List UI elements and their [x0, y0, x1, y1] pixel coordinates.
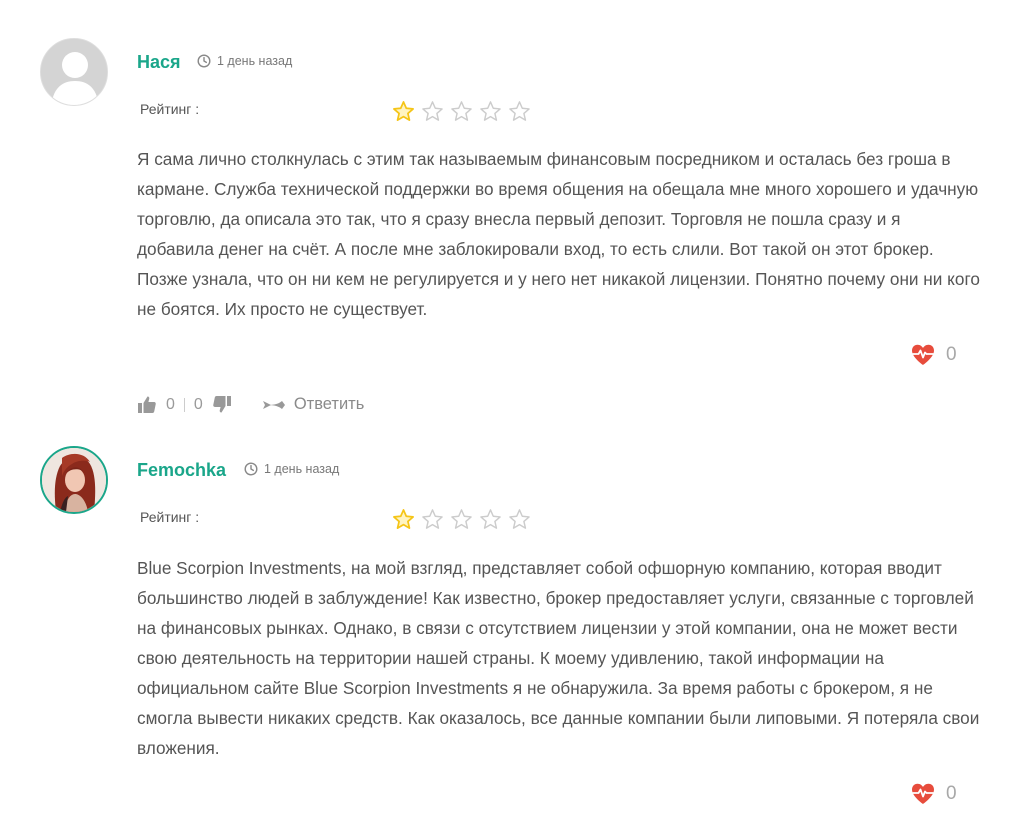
- clock-icon: [197, 54, 211, 68]
- like-heart-button[interactable]: 0: [910, 343, 957, 367]
- default-avatar: [40, 38, 108, 106]
- heart-pulse-icon: [912, 344, 934, 365]
- user-silhouette-icon: [41, 39, 107, 105]
- star-filled-icon: [393, 509, 414, 529]
- star-empty-icon: [451, 509, 472, 529]
- star-empty-icon: [422, 509, 443, 529]
- star-empty-icon: [509, 101, 530, 121]
- clock-icon: [244, 462, 258, 476]
- thumbs-up-icon[interactable]: [137, 395, 157, 414]
- reply-arrow-icon: [262, 400, 285, 409]
- comment-text: Я сама лично столкнулась с этим так назы…: [137, 149, 980, 319]
- star-empty-icon: [422, 101, 443, 121]
- downvote-count: 0: [193, 395, 203, 413]
- vote-divider: [183, 397, 185, 412]
- upvote-count: 0: [166, 395, 175, 413]
- comment-author[interactable]: Femochka: [137, 460, 226, 481]
- comment-actions: 0 0 Ответить: [137, 395, 364, 414]
- comment-time: 1 день назад: [197, 54, 292, 68]
- star-empty-icon: [509, 509, 530, 529]
- star-empty-icon: [480, 509, 501, 529]
- rating-stars: [392, 100, 531, 123]
- comment-time-text: 1 день назад: [264, 462, 340, 476]
- star-empty-icon: [451, 101, 472, 121]
- thumbs-down-icon[interactable]: [212, 395, 232, 414]
- reply-label: Ответить: [293, 395, 365, 413]
- rating-label: Рейтинг :: [140, 101, 200, 117]
- rating-stars: [392, 508, 531, 531]
- star-empty-icon: [480, 101, 501, 121]
- avatar-photo-image: [42, 448, 106, 512]
- star-filled-icon: [393, 101, 414, 121]
- user-avatar-photo: [40, 446, 108, 514]
- comment-time-text: 1 день назад: [217, 54, 293, 68]
- heart-pulse-icon: [912, 783, 934, 804]
- like-heart-button[interactable]: 0: [910, 782, 957, 806]
- comment-text: Blue Scorpion Investments, на мой взгляд…: [137, 558, 980, 758]
- like-count: 0: [946, 783, 957, 804]
- comment-author[interactable]: Нася: [137, 52, 181, 73]
- comment-time: 1 день назад: [244, 462, 339, 476]
- reply-button[interactable]: Ответить: [262, 395, 365, 414]
- like-count: 0: [946, 344, 957, 365]
- rating-label: Рейтинг :: [140, 509, 200, 525]
